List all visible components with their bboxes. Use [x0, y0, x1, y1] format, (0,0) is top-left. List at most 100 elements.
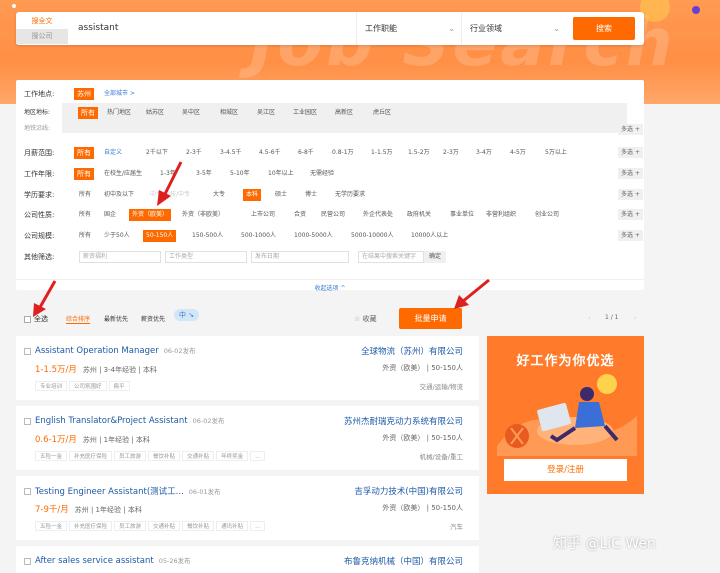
years-option[interactable]: 无需经验 — [310, 168, 334, 180]
job-checkbox[interactable] — [24, 488, 31, 495]
promo-banner[interactable]: 好工作为你优选 登录/注册 — [487, 336, 644, 494]
search-button[interactable]: 搜索 — [573, 17, 635, 40]
job-title-link[interactable]: English Translator&Project Assistant — [35, 416, 188, 426]
company-name-link[interactable]: 布鲁克纳机械（中国）有限公司 — [344, 555, 463, 567]
nature-option[interactable]: 国企 — [104, 209, 116, 221]
scale-option[interactable]: 150-500人 — [192, 230, 223, 242]
tab-full-text[interactable]: 搜全文 — [16, 14, 68, 29]
multi-select-button[interactable]: 多选 + — [618, 124, 643, 135]
salary-option[interactable]: 6-8千 — [298, 147, 314, 159]
salary-option[interactable]: 2-3万 — [443, 147, 459, 159]
salary-option[interactable]: 3-4.5千 — [220, 147, 242, 159]
scale-option[interactable]: 500-1000人 — [241, 230, 276, 242]
multi-select-button[interactable]: 多选 + — [618, 189, 643, 200]
industry-select[interactable]: 行业领域 ⌄ — [461, 12, 566, 45]
area-option[interactable]: 虎丘区 — [373, 107, 391, 119]
salary-option[interactable]: 2-3千 — [186, 147, 202, 159]
scale-option[interactable]: 少于50人 — [104, 230, 130, 242]
nature-option[interactable]: 非营利组织 — [486, 209, 516, 221]
years-option[interactable]: 3-5年 — [196, 168, 212, 180]
education-option[interactable]: 本科 — [243, 189, 262, 201]
prev-page-icon[interactable]: ‹ — [588, 314, 591, 322]
area-option[interactable]: 工业园区 — [293, 107, 317, 119]
nature-option[interactable]: 外资（欧美） — [129, 209, 172, 221]
multi-select-button[interactable]: 多选 + — [618, 168, 643, 179]
scale-option[interactable]: 5000-10000人 — [351, 230, 394, 242]
tab-company[interactable]: 搜公司 — [16, 29, 68, 44]
nature-option[interactable]: 民营公司 — [321, 209, 345, 221]
job-type-dropdown[interactable]: 工作类型 — [165, 251, 247, 263]
salary-option-custom[interactable]: 自定义 — [104, 147, 122, 159]
area-option[interactable]: 姑苏区 — [146, 107, 164, 119]
publish-date-dropdown[interactable]: 发布日期 — [251, 251, 349, 263]
work-location-value[interactable]: 苏州 — [74, 88, 94, 100]
scale-option[interactable]: 所有 — [79, 230, 91, 242]
area-option[interactable]: 高新区 — [335, 107, 353, 119]
area-option[interactable]: 所有 — [78, 107, 98, 119]
sort-salary-tab[interactable]: 薪资优先 — [141, 314, 165, 323]
salary-option[interactable]: 0.8-1万 — [332, 147, 354, 159]
salary-option[interactable]: 5万以上 — [545, 147, 567, 159]
salary-option[interactable]: 4.5-6千 — [259, 147, 281, 159]
nature-option[interactable]: 创业公司 — [535, 209, 559, 221]
education-option[interactable]: 无学历要求 — [335, 189, 365, 201]
job-checkbox[interactable] — [24, 348, 31, 355]
education-option[interactable]: 博士 — [305, 189, 317, 201]
salary-option[interactable]: 1.5-2万 — [408, 147, 430, 159]
years-option[interactable]: 在校生/应届生 — [104, 168, 142, 180]
job-title-link[interactable]: Assistant Operation Manager — [35, 346, 159, 356]
multi-select-button[interactable]: 多选 + — [618, 147, 643, 158]
job-function-select[interactable]: 工作职能 ⌄ — [356, 12, 461, 45]
salary-option[interactable]: 4-5万 — [510, 147, 526, 159]
education-option[interactable]: 大专 — [213, 189, 225, 201]
area-option[interactable]: 吴江区 — [257, 107, 275, 119]
nature-option[interactable]: 外资（非欧美） — [182, 209, 224, 221]
area-option[interactable]: 热门地区 — [107, 107, 131, 119]
multi-select-button[interactable]: 多选 + — [618, 209, 643, 220]
area-option[interactable]: 吴中区 — [182, 107, 200, 119]
company-name-link[interactable]: 苏州杰耐瑞克动力系统有限公司 — [344, 415, 463, 427]
nature-option[interactable]: 政府机关 — [407, 209, 431, 221]
salary-option[interactable]: 3-4万 — [476, 147, 492, 159]
years-option[interactable]: 所有 — [74, 168, 94, 180]
scale-option[interactable]: 50-150人 — [143, 230, 177, 242]
all-cities-link[interactable]: 全部城市 > — [104, 88, 135, 100]
job-title-link[interactable]: Testing Engineer Assistant(测试工... — [35, 487, 184, 497]
salary-option[interactable]: 1-1.5万 — [371, 147, 393, 159]
education-option[interactable]: 硕士 — [275, 189, 287, 201]
education-option[interactable]: 初中及以下 — [104, 189, 134, 201]
job-card[interactable]: After sales service assistant 05-26发布 布鲁克… — [16, 546, 479, 573]
nature-option[interactable]: 所有 — [79, 209, 91, 221]
scale-option[interactable]: 1000-5000人 — [294, 230, 333, 242]
confirm-button[interactable]: 确定 — [424, 251, 447, 263]
area-option[interactable]: 相城区 — [220, 107, 238, 119]
education-option[interactable]: 所有 — [79, 189, 91, 201]
job-card[interactable]: Assistant Operation Manager 06-02发布 全球物流（… — [16, 336, 479, 400]
nature-option[interactable]: 外企代表处 — [363, 209, 393, 221]
multi-select-button[interactable]: 多选 + — [618, 230, 643, 241]
job-title-link[interactable]: After sales service assistant — [35, 556, 154, 566]
company-name-link[interactable]: 吉孚动力技术(中国)有限公司 — [354, 485, 463, 497]
job-card[interactable]: English Translator&Project Assistant 06-0… — [16, 406, 479, 470]
nature-option[interactable]: 合资 — [294, 209, 306, 221]
job-card[interactable]: Testing Engineer Assistant(测试工... 06-01发布… — [16, 476, 479, 540]
search-input[interactable]: assistant — [78, 23, 118, 33]
benefits-dropdown[interactable]: 薪资福利 — [79, 251, 161, 263]
years-option[interactable]: 5-10年 — [230, 168, 250, 180]
years-option[interactable]: 10年以上 — [268, 168, 294, 180]
nature-option[interactable]: 上市公司 — [251, 209, 275, 221]
sort-default-tab[interactable]: 综合排序 — [66, 314, 91, 324]
collapse-options-link[interactable]: 收起选项 ^ — [16, 279, 644, 292]
scale-option[interactable]: 10000人以上 — [411, 230, 448, 242]
company-name-link[interactable]: 全球物流（苏州）有限公司 — [361, 345, 463, 357]
sort-latest-tab[interactable]: 最新优先 — [104, 314, 128, 323]
job-checkbox[interactable] — [24, 558, 31, 565]
salary-option[interactable]: 2千以下 — [146, 147, 168, 159]
salary-option[interactable]: 所有 — [74, 147, 94, 159]
language-badge[interactable]: 中 ↘ — [174, 309, 200, 321]
login-register-button[interactable]: 登录/注册 — [504, 459, 627, 481]
keyword-filter-input[interactable]: 在结果中搜索关键字 — [358, 251, 424, 263]
favorite-button[interactable]: ☆ 收藏 — [354, 314, 377, 324]
next-page-icon[interactable]: › — [634, 314, 637, 322]
subway-label[interactable]: 地铁沿线: — [24, 123, 50, 135]
